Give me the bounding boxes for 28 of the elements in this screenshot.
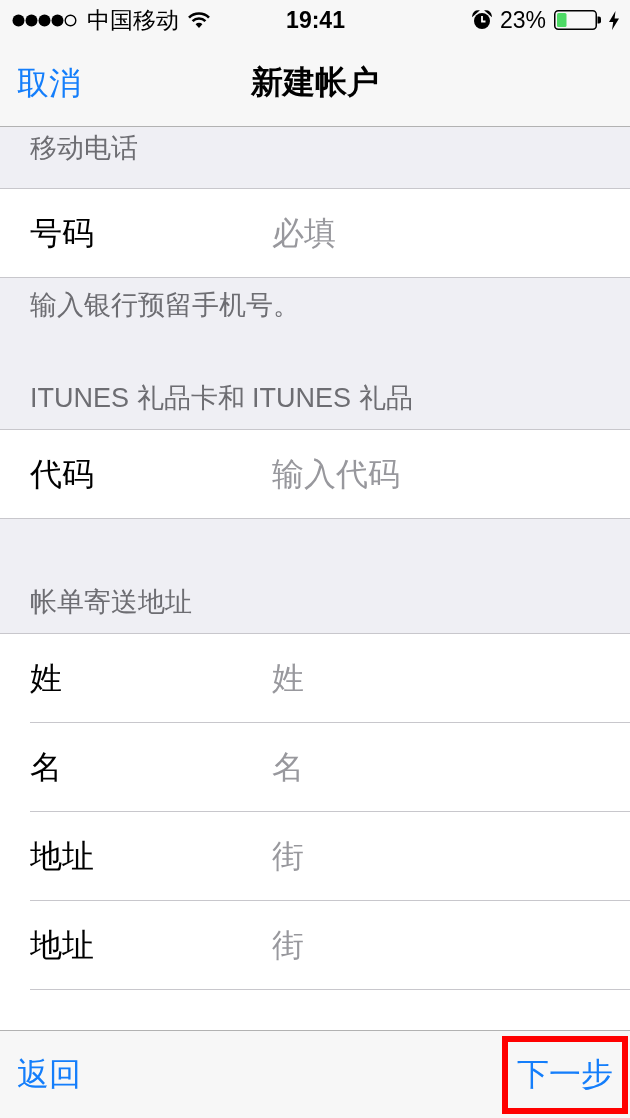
input-field[interactable]: 输入代码: [272, 454, 600, 494]
section-header: 移动电话: [30, 133, 138, 163]
screen-title: 新建帐户: [251, 63, 379, 102]
cancel-button[interactable]: 取消: [17, 63, 81, 103]
next-button[interactable]: 下一步: [508, 1041, 622, 1108]
input-field[interactable]: 街: [272, 925, 600, 965]
field-label: 名: [30, 747, 63, 787]
back-button[interactable]: 返回: [17, 1055, 81, 1094]
field-label: 号码: [30, 213, 95, 253]
section-footer: 输入银行预留手机号。: [30, 290, 300, 320]
field-label: 代码: [30, 454, 95, 494]
wifi-icon: [188, 12, 210, 28]
section-header: ITUNES 礼品卡和 ITUNES 礼品: [30, 383, 413, 413]
field-label: 地址: [30, 836, 95, 876]
battery-percentage: 23%: [499, 6, 546, 34]
input-field[interactable]: 必填: [272, 213, 600, 253]
input-field[interactable]: 名: [272, 747, 600, 787]
charging-bolt-icon: [609, 10, 619, 30]
clock-time: 19:41: [286, 6, 345, 34]
input-field[interactable]: 街: [272, 836, 600, 876]
signal-icon: [12, 13, 78, 27]
battery-icon: [554, 10, 601, 30]
carrier-name: 中国移动: [87, 5, 179, 35]
field-label: 姓: [30, 658, 63, 698]
alarm-clock-icon: [471, 10, 492, 30]
field-label: 地址: [30, 925, 95, 965]
section-header: 帐单寄送地址: [30, 587, 192, 617]
input-field[interactable]: 姓: [272, 658, 600, 698]
